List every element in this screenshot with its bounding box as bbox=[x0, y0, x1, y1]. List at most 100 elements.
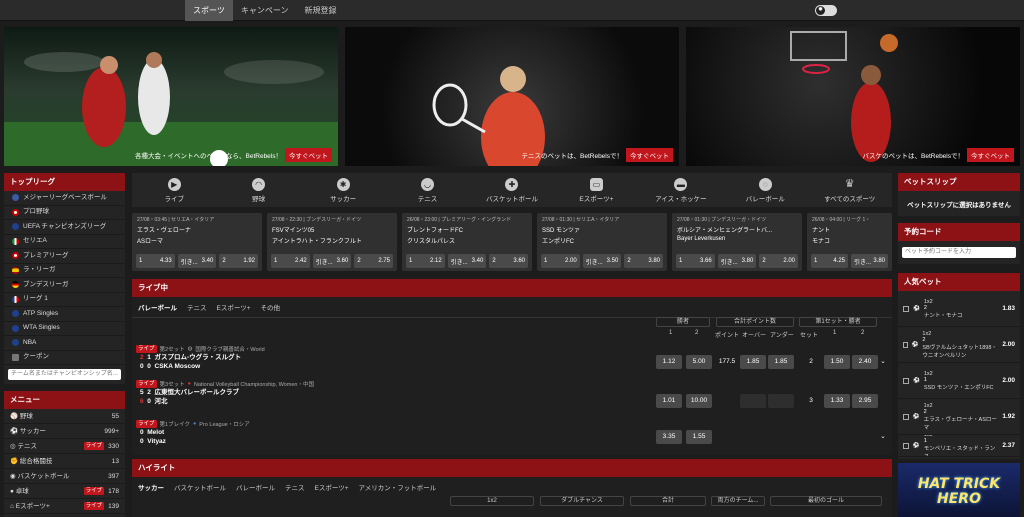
odds-button[interactable]: 1.85 bbox=[768, 355, 794, 369]
match-card[interactable]: 26/08・23:00 | プレミアリーグ・イングランド ブレントフォードFC … bbox=[402, 213, 532, 271]
sport-soccer[interactable]: ✱ サッカー bbox=[301, 173, 385, 207]
tab-tennis[interactable]: テニス bbox=[187, 302, 207, 312]
sport-baseball[interactable]: ◠ 野球 bbox=[216, 173, 300, 207]
league-item[interactable]: プレミアリーグ bbox=[4, 249, 125, 264]
bet-now-button[interactable]: 今すぐベット bbox=[285, 148, 332, 162]
odds-button[interactable]: 3.35 bbox=[656, 430, 682, 444]
popular-bet-item[interactable]: ⚽ 1x2 2 SBヴァルムシュタット1898・ウニオンベルリン 2.00 bbox=[898, 327, 1020, 363]
match-card[interactable]: 27/08・03:45 | セリエA・イタリア エラス・ヴェローナ ASローマ … bbox=[132, 213, 262, 271]
league-item[interactable]: ラ・リーガ bbox=[4, 264, 125, 278]
theme-toggle[interactable]: ✹ bbox=[815, 5, 837, 16]
popular-bet-item[interactable]: ⚽ 1x2 1 SSD モンツァ・エンポリFC 2.00 bbox=[898, 363, 1020, 399]
odds-button[interactable]: 2.95 bbox=[852, 394, 878, 408]
odds-button[interactable]: 10.00 bbox=[686, 394, 712, 408]
odds-away-button[interactable]: 2 2.75 bbox=[354, 254, 394, 268]
odds-home-button[interactable]: 1 3.66 bbox=[676, 254, 715, 268]
promo-banner[interactable]: HAT TRICK HERO bbox=[898, 463, 1020, 517]
market-total-select[interactable]: 合計 bbox=[630, 496, 706, 506]
league-item[interactable]: メジャーリーグベースボール bbox=[4, 191, 125, 206]
league-item[interactable]: ATP Singles bbox=[4, 307, 125, 322]
market-winner-select[interactable]: 勝者 bbox=[656, 317, 710, 327]
tab-esports[interactable]: Eスポーツ+ bbox=[217, 302, 251, 312]
chevron-down-icon[interactable]: ⌄ bbox=[878, 355, 888, 369]
league-item[interactable]: WTA Singles bbox=[4, 322, 125, 336]
sport-all[interactable]: ♛ すべてのスポーツ bbox=[808, 173, 892, 207]
odds-button[interactable]: 1.55 bbox=[686, 430, 712, 444]
league-item[interactable]: リーグ 1 bbox=[4, 293, 125, 307]
checkbox[interactable] bbox=[903, 442, 909, 449]
popular-bet-item[interactable]: ⚽ 1x2 2 ナント・モナコ 1.83 bbox=[898, 291, 1020, 327]
sport-basketball[interactable]: ✚ バスケットボール bbox=[470, 173, 554, 207]
market-double-chance-select[interactable]: ダブルチャンス bbox=[540, 496, 624, 506]
banner-events[interactable]: 各種大会・イベントへのベットなら、BetRebels！ 今すぐベット bbox=[4, 27, 338, 166]
menu-item-tennis[interactable]: ◎ テニス ライブ 330 bbox=[4, 439, 125, 454]
market-btts-select[interactable]: 両方のチーム... bbox=[711, 496, 765, 506]
bet-now-button[interactable]: 今すぐベット bbox=[967, 148, 1014, 162]
tab-american-football[interactable]: アメリカン・フットボール bbox=[359, 482, 437, 492]
odds-button[interactable]: 1.85 bbox=[740, 355, 766, 369]
booking-code-input[interactable]: ベット予約コードを入力 bbox=[902, 247, 1016, 258]
odds-home-button[interactable]: 1 2.42 bbox=[271, 254, 310, 268]
odds-button[interactable]: 1.12 bbox=[656, 355, 682, 369]
league-item[interactable]: プロ野球 bbox=[4, 206, 125, 220]
nav-campaign[interactable]: キャンペーン bbox=[233, 0, 297, 21]
nav-register[interactable]: 新規登録 bbox=[296, 0, 344, 21]
sport-live[interactable]: ▶ ライブ bbox=[132, 173, 216, 207]
odds-button[interactable]: 2.40 bbox=[852, 355, 878, 369]
checkbox[interactable] bbox=[903, 413, 909, 420]
odds-draw-button[interactable]: 引き... 3.80 bbox=[717, 254, 757, 268]
odds-draw-button[interactable]: 引き... 3.60 bbox=[312, 254, 352, 268]
checkbox[interactable] bbox=[903, 377, 909, 384]
market-first-goal-select[interactable]: 最初のゴール bbox=[770, 496, 882, 506]
tab-soccer[interactable]: サッカー bbox=[138, 482, 164, 492]
market-total-select[interactable]: 合計ポイント数 bbox=[716, 317, 794, 327]
banner-basketball[interactable]: バスケのベットは、BetRebelsで！ 今すぐベット bbox=[686, 27, 1020, 166]
menu-item-soccer[interactable]: ⚽ サッカー 999+ bbox=[4, 424, 125, 439]
odds-away-button[interactable]: 2 3.80 bbox=[624, 254, 664, 268]
live-event-row[interactable]: ライブ 第1ブレイク ● Pro League・ロシア 0 Melot 0 Vitya… bbox=[136, 420, 888, 446]
tab-other[interactable]: その他 bbox=[261, 302, 281, 312]
odds-away-button[interactable]: 2 2.00 bbox=[759, 254, 799, 268]
odds-draw-button[interactable]: 引き... 3.50 bbox=[582, 254, 622, 268]
tab-volleyball[interactable]: バレーボール bbox=[138, 302, 177, 312]
chevron-down-icon[interactable]: ⌄ bbox=[878, 430, 888, 444]
tab-tennis[interactable]: テニス bbox=[285, 482, 305, 492]
odds-home-button[interactable]: 1 4.25 bbox=[811, 254, 848, 268]
league-item[interactable]: NBA bbox=[4, 336, 125, 351]
odds-home-button[interactable]: 1 2.00 bbox=[541, 254, 580, 268]
sport-volleyball[interactable]: ◌ バレーボール bbox=[723, 173, 807, 207]
tab-volleyball[interactable]: バレーボール bbox=[236, 482, 275, 492]
live-event-row[interactable]: ライブ 第3セット ● National Volleyball Championshi… bbox=[136, 380, 888, 408]
odds-button[interactable]: 5.00 bbox=[686, 355, 712, 369]
odds-draw-button[interactable]: 引き... 3.80 bbox=[851, 254, 888, 268]
market-1x2-select[interactable]: 1x2 bbox=[450, 496, 534, 506]
checkbox[interactable] bbox=[903, 305, 909, 312]
menu-item-basketball[interactable]: ◉ バスケットボール 397 bbox=[4, 469, 125, 484]
bet-now-button[interactable]: 今すぐベット bbox=[626, 148, 673, 162]
odds-away-button[interactable]: 2 3.60 bbox=[489, 254, 529, 268]
banner-tennis[interactable]: テニスのベットは、BetRebelsで！ 今すぐベット bbox=[345, 27, 679, 166]
market-set-winner-select[interactable]: 第1セット・勝者 bbox=[799, 317, 877, 327]
odds-draw-button[interactable]: 引き... 3.40 bbox=[177, 254, 217, 268]
odds-button[interactable]: 1.01 bbox=[656, 394, 682, 408]
odds-draw-button[interactable]: 引き... 3.40 bbox=[447, 254, 487, 268]
league-item[interactable]: ブンデスリーガ bbox=[4, 278, 125, 293]
checkbox[interactable] bbox=[903, 341, 908, 348]
odds-button[interactable]: 1.50 bbox=[824, 355, 850, 369]
menu-item-baseball[interactable]: ⚾ 野球 55 bbox=[4, 409, 125, 424]
menu-item-mma[interactable]: ✊ 総合格闘技 13 bbox=[4, 454, 125, 469]
menu-item-table-tennis[interactable]: ● 卓球 ライブ 178 bbox=[4, 484, 125, 499]
tab-esports[interactable]: Eスポーツ+ bbox=[315, 482, 349, 492]
popular-bet-item[interactable]: ⚽ 1x2 2 エラス・ヴェローナ・ASローマ 1.92 bbox=[898, 399, 1020, 435]
popular-bet-item[interactable]: ⚽1x21モンペリエ・スタッド・ランス2.37 bbox=[898, 435, 1020, 457]
tab-basketball[interactable]: バスケットボール bbox=[174, 482, 226, 492]
league-item[interactable]: UEFA チャンピオンズリーグ bbox=[4, 220, 125, 235]
sport-ice-hockey[interactable]: ▬ アイス・ホッケー bbox=[639, 173, 723, 207]
match-card[interactable]: 27/08・01:30 | ブンデスリーガ・ドイツ ボルシア・メンヒェングラート… bbox=[672, 213, 802, 271]
nav-sports[interactable]: スポーツ bbox=[185, 0, 233, 21]
match-card[interactable]: 27/08・22:30 | ブンデスリーガ・ドイツ FSVマインツ05 アイント… bbox=[267, 213, 397, 271]
match-card[interactable]: 27/08・01:30 | セリエA・イタリア SSD モンツァ エンポリFC … bbox=[537, 213, 667, 271]
league-item[interactable]: セリエA bbox=[4, 235, 125, 249]
odds-button[interactable]: 1.33 bbox=[824, 394, 850, 408]
sport-esports[interactable]: ▭ Eスポーツ+ bbox=[554, 173, 638, 207]
